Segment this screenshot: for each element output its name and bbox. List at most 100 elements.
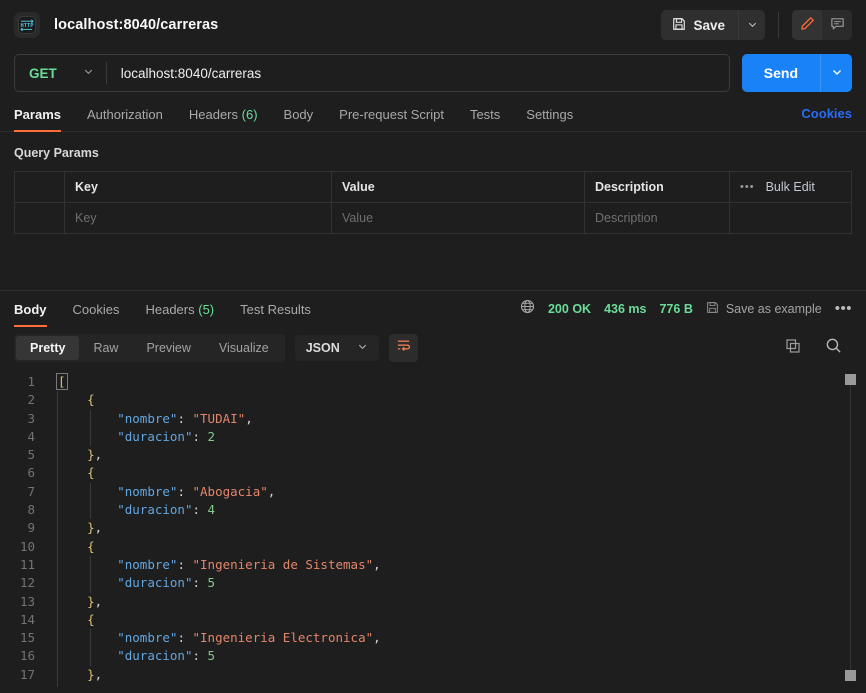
save-options-button[interactable] (738, 10, 765, 40)
indent-guide (57, 592, 58, 611)
response-scrollbar[interactable] (845, 374, 856, 681)
code-line: 11 "nombre": "Ingenieria de Sistemas", (0, 555, 866, 575)
response-meta: 200 OK 436 ms 776 B Save as example ••• (520, 299, 852, 319)
tab-label: Settings (526, 107, 574, 122)
header-cell-actions: ••• Bulk Edit (730, 172, 851, 202)
view-mode-raw[interactable]: Raw (79, 336, 132, 360)
code-line-content: "nombre": "Ingenieria Electronica", (47, 629, 381, 648)
row-cell-value[interactable]: Value (332, 203, 585, 233)
tab-authorization[interactable]: Authorization (87, 107, 163, 131)
indent-guide (57, 427, 58, 447)
send-button[interactable]: Send (741, 54, 820, 92)
tab-label: Body (14, 302, 47, 317)
indent-guide (90, 629, 91, 648)
indent-guide (90, 574, 91, 593)
toolbar-divider (778, 12, 779, 38)
row-cell-description[interactable]: Description (585, 203, 730, 233)
tab-settings[interactable]: Settings (526, 107, 573, 131)
code-token: { (87, 538, 95, 554)
more-options-icon[interactable]: ••• (740, 181, 755, 193)
response-tab-headers[interactable]: Headers (5) (145, 302, 214, 326)
response-tab-body[interactable]: Body (14, 302, 47, 327)
line-number: 12 (19, 575, 35, 591)
cookies-link[interactable]: Cookies (801, 106, 852, 121)
tab-params[interactable]: Params (14, 107, 61, 132)
response-view-toolbar: Pretty Raw Preview Visualize JSON (0, 326, 866, 368)
scrollbar-thumb[interactable] (845, 374, 856, 385)
comment-icon (830, 16, 845, 34)
edit-pencil-button[interactable] (792, 10, 822, 40)
save-as-example-button[interactable]: Save as example (706, 301, 822, 317)
response-format-selector[interactable]: JSON (294, 335, 379, 361)
globe-icon (520, 299, 535, 319)
word-wrap-button[interactable] (388, 334, 418, 362)
response-tab-test-results[interactable]: Test Results (240, 302, 311, 326)
view-mode-preview[interactable]: Preview (132, 336, 204, 360)
code-token: 5 (207, 575, 216, 591)
send-options-button[interactable] (820, 54, 852, 92)
line-number: 15 (19, 630, 35, 646)
scrollbar-marker[interactable] (845, 670, 856, 681)
tab-body[interactable]: Body (284, 107, 314, 131)
response-tab-cookies[interactable]: Cookies (73, 302, 120, 326)
indent-guide (57, 555, 58, 575)
response-more-options-button[interactable]: ••• (835, 300, 852, 317)
chevron-down-icon (831, 66, 843, 81)
view-mode-pretty[interactable]: Pretty (16, 336, 80, 360)
code-line: 13 }, (0, 592, 866, 611)
line-number: 16 (19, 648, 35, 664)
bulk-edit-button[interactable]: Bulk Edit (766, 180, 815, 194)
request-tabs: Params Authorization Headers (6) Body Pr… (0, 96, 866, 132)
code-token: "TUDAI" (192, 410, 246, 426)
line-number: 1 (27, 374, 35, 389)
indent-guide (90, 427, 91, 447)
code-token: 5 (207, 648, 216, 664)
response-status: 200 OK (547, 301, 592, 316)
response-view-mode-group: Pretty Raw Preview Visualize (14, 334, 285, 362)
code-token: "duracion" (117, 648, 193, 664)
code-token: } (87, 520, 95, 536)
code-line: 7 "nombre": "Abogacia", (0, 482, 866, 502)
code-token: "Abogacia" (192, 483, 268, 499)
save-button[interactable]: Save (661, 10, 738, 40)
query-params-table: Key Value Description ••• Bulk Edit Key … (14, 171, 852, 234)
copy-button[interactable] (785, 338, 801, 359)
indent-guide (90, 409, 91, 428)
code-token: : (177, 630, 193, 646)
code-line-content: "duracion": 2 (47, 427, 215, 447)
code-line-content: { (47, 537, 95, 556)
line-number: 8 (27, 502, 35, 518)
code-token: : (177, 483, 193, 499)
response-body-viewer[interactable]: 1[2 {3 "nombre": "TUDAI", 4 "duracion": 2… (0, 368, 866, 687)
header-cell-checkbox (15, 172, 65, 202)
tab-headers[interactable]: Headers (6) (189, 107, 258, 131)
response-tabs: Body Cookies Headers (5) Test Results 20… (0, 291, 866, 327)
tab-pre-request-script[interactable]: Pre-request Script (339, 107, 444, 131)
line-number: 13 (19, 593, 35, 609)
indent-guide (57, 501, 58, 520)
tab-label: Cookies (72, 302, 120, 317)
indent-guide (57, 647, 58, 666)
row-cell-key[interactable]: Key (65, 203, 332, 233)
line-number: 11 (19, 556, 35, 572)
code-token: [ (56, 373, 68, 390)
code-token: , (373, 556, 381, 572)
http-method-selector[interactable]: GET (15, 55, 106, 91)
view-mode-visualize[interactable]: Visualize (205, 336, 283, 360)
url-input[interactable] (106, 65, 729, 81)
search-button[interactable] (825, 337, 842, 359)
row-cell-checkbox[interactable] (15, 203, 65, 233)
comment-button[interactable] (822, 10, 852, 40)
code-line-content: }, (47, 592, 102, 611)
code-line-content: "duracion": 5 (47, 574, 216, 593)
code-token: } (87, 666, 95, 682)
line-number: 10 (19, 538, 35, 554)
code-token: , (373, 630, 381, 646)
tab-tests[interactable]: Tests (470, 107, 500, 131)
